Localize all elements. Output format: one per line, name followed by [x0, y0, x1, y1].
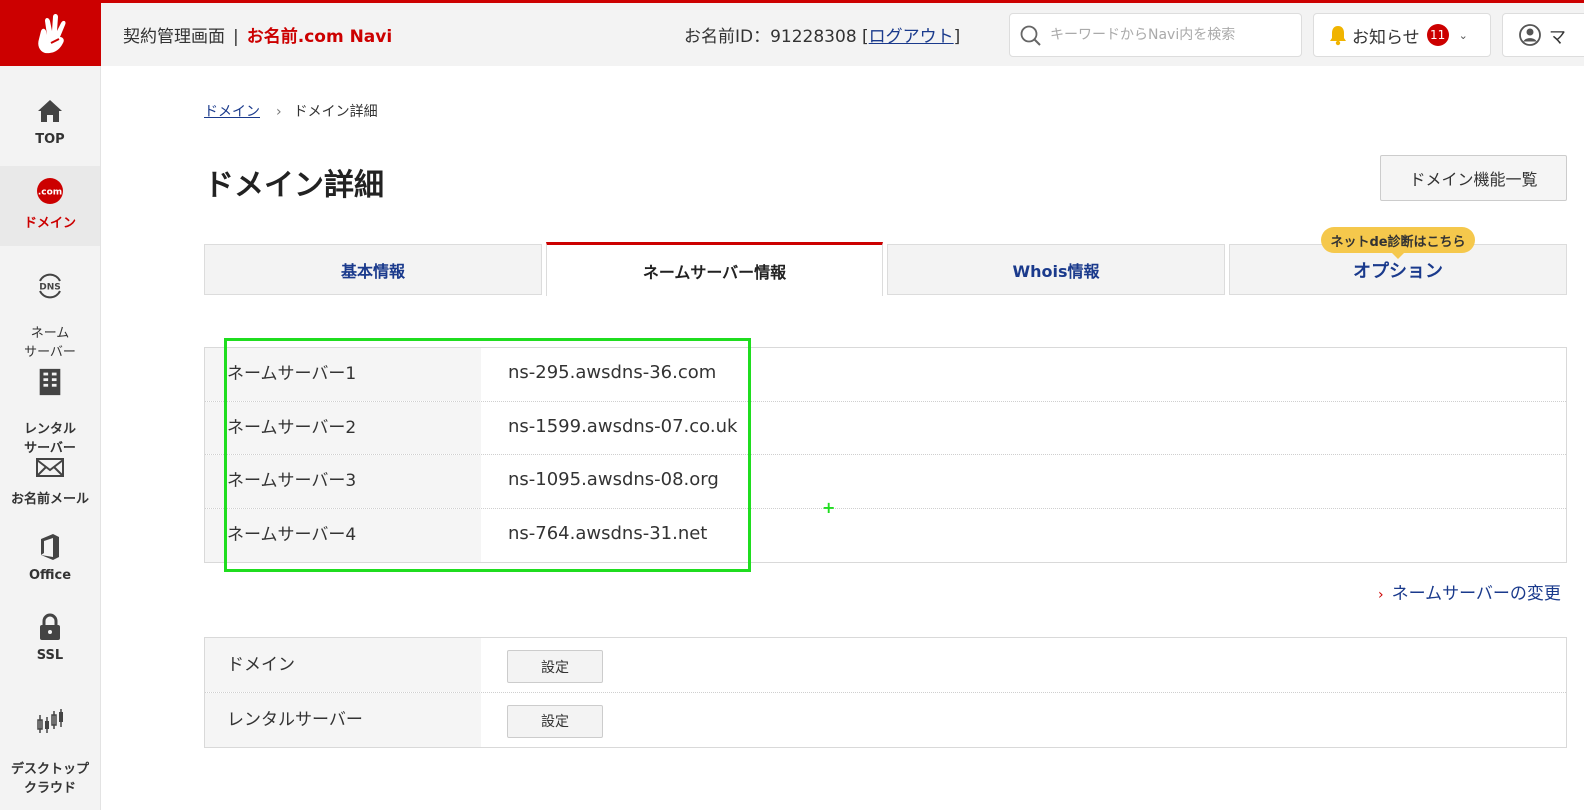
page-title: ドメイン詳細 — [204, 168, 384, 203]
account-menu[interactable]: マ — [1502, 13, 1584, 57]
domain-settings-button[interactable]: 設定 — [507, 650, 603, 683]
office-icon — [41, 534, 59, 560]
breadcrumb-link-domain[interactable]: ドメイン — [204, 104, 260, 120]
notice-count-badge: 11 — [1426, 24, 1449, 46]
dotcom-icon: .com — [37, 178, 63, 204]
logout-link[interactable]: ログアウト — [869, 27, 954, 47]
tab-basic-info[interactable]: 基本情報 — [204, 244, 542, 295]
breadcrumb-current: ドメイン詳細 — [293, 104, 378, 120]
domain-features-button[interactable]: ドメイン機能一覧 — [1380, 155, 1567, 201]
mail-icon — [36, 458, 64, 477]
lock-icon — [40, 613, 60, 640]
nameserver-value: ns-764.awsdns-31.net — [508, 522, 708, 544]
account-name: マ — [1549, 27, 1566, 48]
sidebar-item-mail[interactable]: お名前メール — [0, 452, 100, 522]
dns-icon-text: DNS — [39, 283, 61, 293]
nameserver-value: ns-295.awsdns-36.com — [508, 362, 717, 383]
nameserver-label: ネームサーバー2 — [205, 401, 481, 454]
sidebar-item-office[interactable]: Office — [0, 532, 100, 602]
title-separator: | — [233, 27, 239, 47]
change-nameserver-label: ネームサーバーの変更 — [1391, 584, 1561, 604]
chevron-down-icon: ⌄ — [1458, 28, 1468, 42]
net-diagnosis-bubble[interactable]: ネットde診断はこちら — [1321, 227, 1475, 259]
top-header: 契約管理画面 | お名前.com Navi お名前ID：91228308 [ログアウ… — [0, 0, 1584, 69]
bell-icon — [1330, 26, 1346, 46]
sidebar-item-ssl[interactable]: SSL — [0, 612, 100, 682]
dotcom-icon-text: .com — [38, 188, 62, 198]
sidebar-item-desktop-cloud[interactable]: デスクトップ クラウド — [0, 692, 100, 796]
table-row: レンタルサーバー 設定 — [205, 692, 1566, 747]
table-row: ドメイン 設定 — [205, 638, 1566, 693]
nameserver-value: ns-1599.awsdns-07.co.uk — [508, 415, 738, 437]
table-row: ネームサーバー4 ns-764.awsdns-31.net — [205, 508, 1566, 562]
dns-icon: DNS — [39, 273, 61, 299]
sidebar-item-rental-server[interactable]: レンタル サーバー — [0, 352, 100, 456]
chevron-right-icon: › — [1378, 587, 1384, 603]
sidebar-item-label: Office — [28, 568, 72, 583]
settings-label-domain: ドメイン — [205, 638, 481, 692]
tab-nameserver-info[interactable]: ネームサーバー情報 — [546, 242, 883, 296]
tab-whois-info[interactable]: Whois情報 — [887, 244, 1225, 295]
server-icon — [39, 368, 61, 396]
chart-icon — [37, 709, 63, 733]
sidebar-item-nameserver[interactable]: DNS ネーム サーバー — [0, 256, 100, 360]
search-box[interactable] — [1009, 13, 1302, 57]
brand-name: お名前.com Navi — [246, 27, 393, 47]
sidebar-item-label: SSL — [36, 648, 64, 663]
notice-button[interactable]: お知らせ 11 ⌄ — [1313, 13, 1491, 57]
logo-hand-icon — [37, 13, 66, 53]
user-icon — [1519, 24, 1541, 46]
nameserver-label: ネームサーバー1 — [205, 348, 481, 401]
change-nameserver-link[interactable]: › ネームサーバーの変更 — [1378, 579, 1561, 604]
sidebar-item-label: お名前メール — [10, 492, 89, 507]
sidebar-item-label: レンタル サーバー — [23, 422, 76, 456]
rental-server-settings-button[interactable]: 設定 — [507, 704, 603, 738]
sidebar: TOP .com ドメイン DNS ネーム サーバー レンタル サーバー お名前… — [0, 66, 101, 810]
sidebar-item-label: ドメイン — [23, 216, 76, 231]
app-name: 契約管理画面 — [123, 27, 225, 47]
breadcrumb: ドメイン › ドメイン詳細 — [204, 101, 378, 121]
table-row: ネームサーバー1 ns-295.awsdns-36.com — [205, 348, 1566, 402]
notice-label: お知らせ — [1352, 27, 1420, 48]
app-title: 契約管理画面 | お名前.com Navi — [123, 22, 392, 47]
sidebar-item-label: デスクトップ クラウド — [10, 762, 89, 796]
user-id: お名前ID：91228308 [ログアウト] — [684, 22, 960, 47]
user-id-label: お名前ID：91228308 [ — [684, 27, 869, 47]
home-icon — [38, 100, 62, 122]
onamae-logo[interactable] — [0, 0, 101, 69]
search-input[interactable] — [1050, 22, 1290, 48]
search-icon — [1020, 25, 1041, 46]
sidebar-item-label: TOP — [35, 132, 65, 147]
nameserver-value: ns-1095.awsdns-08.org — [508, 469, 719, 490]
sidebar-item-domain[interactable]: .com ドメイン — [0, 166, 100, 246]
table-row: ネームサーバー2 ns-1599.awsdns-07.co.uk — [205, 401, 1566, 455]
table-row: ネームサーバー3 ns-1095.awsdns-08.org — [205, 455, 1566, 509]
nameserver-label: ネームサーバー4 — [205, 508, 481, 562]
settings-table: ドメイン 設定 レンタルサーバー 設定 — [204, 637, 1567, 748]
sidebar-item-top[interactable]: TOP — [0, 96, 100, 166]
breadcrumb-arrow-icon: › — [276, 104, 282, 120]
cursor-crosshair-icon: + — [822, 498, 836, 517]
nameserver-label: ネームサーバー3 — [205, 455, 481, 508]
settings-label-rental-server: レンタルサーバー — [205, 692, 481, 747]
user-id-suffix: ] — [953, 27, 961, 47]
nameserver-table: ネームサーバー1 ns-295.awsdns-36.com ネームサーバー2 n… — [204, 347, 1567, 563]
